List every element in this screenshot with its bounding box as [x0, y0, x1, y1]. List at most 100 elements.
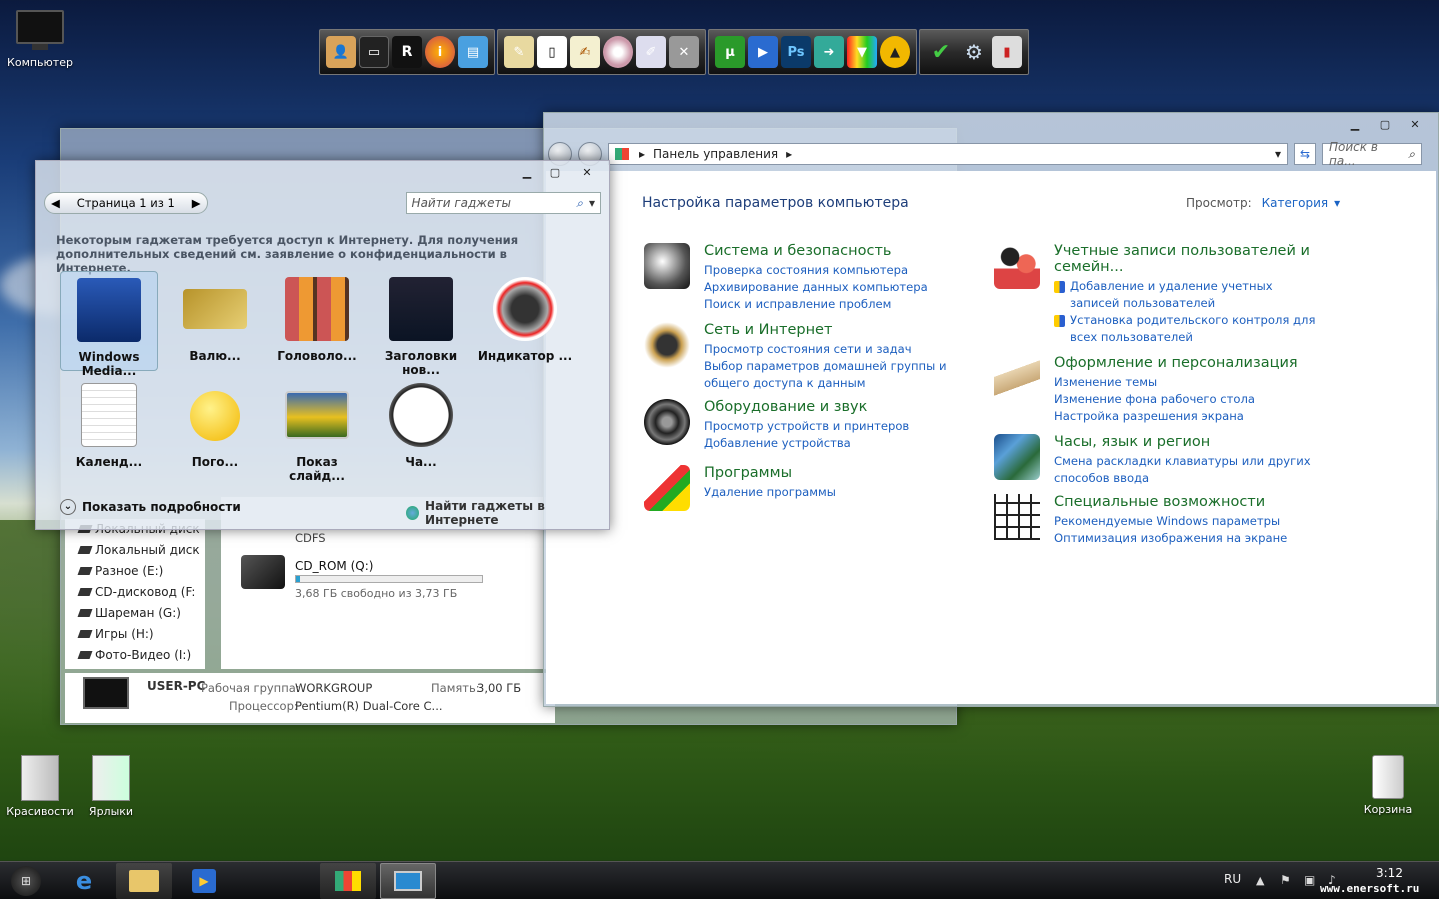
- gadget-item[interactable]: Головоло...: [268, 277, 366, 363]
- show-details-toggle[interactable]: ⌄ Показать подробности: [60, 499, 241, 515]
- disc-icon[interactable]: [603, 36, 633, 68]
- nav-drive[interactable]: Локальный диск: [65, 540, 205, 561]
- category-link[interactable]: Изменение фона рабочего стола: [1054, 391, 1298, 408]
- flag-icon[interactable]: ⚑: [1280, 873, 1291, 887]
- category-title[interactable]: Сеть и Интернет: [704, 322, 976, 338]
- category-link[interactable]: Настройка разрешения экрана: [1054, 408, 1298, 425]
- refresh-button[interactable]: ⇆: [1294, 143, 1316, 165]
- minimize-button[interactable]: ▁: [1344, 117, 1366, 133]
- gear-icon[interactable]: ⚙: [959, 36, 989, 68]
- search-input[interactable]: Поиск в па... ⌕: [1322, 140, 1422, 168]
- category-link[interactable]: Изменение темы: [1054, 374, 1298, 391]
- view-selector[interactable]: Просмотр: Категория ▾: [1186, 196, 1340, 210]
- close-button[interactable]: ✕: [576, 165, 598, 181]
- clock[interactable]: 3:12: [1376, 866, 1403, 880]
- control-panel-window[interactable]: ▁ ▢ ✕ ▸ Панель управления ▸ ▾ ⇆ Поиск в …: [543, 112, 1439, 707]
- category-link[interactable]: Проверка состояния компьютера: [704, 262, 928, 279]
- gem-icon[interactable]: ▼: [847, 36, 877, 68]
- document-icon[interactable]: ▯: [537, 36, 567, 68]
- chevron-down-icon[interactable]: ▾: [1275, 147, 1281, 161]
- notepad-icon[interactable]: ✍: [570, 36, 600, 68]
- find-gadgets-online-link[interactable]: Найти гаджеты в Интернете: [406, 499, 609, 527]
- chevron-down-icon[interactable]: ▾: [589, 196, 595, 210]
- taskbar-ie[interactable]: e: [56, 863, 112, 899]
- res-icon[interactable]: R: [392, 36, 422, 68]
- nav-drive[interactable]: Фото-Видео (I:): [65, 645, 205, 666]
- category-link[interactable]: Архивирование данных компьютера: [704, 279, 928, 296]
- category-link[interactable]: Поиск и исправление проблем: [704, 296, 928, 313]
- category-link[interactable]: Просмотр состояния сети и задач: [704, 341, 976, 358]
- view-value[interactable]: Категория: [1262, 196, 1329, 210]
- photoshop-icon[interactable]: Ps: [781, 36, 811, 68]
- desktop-icon-label: Красивости: [6, 805, 74, 818]
- category-link[interactable]: Установка родительского контроля для все…: [1054, 312, 1324, 346]
- media-player-icon[interactable]: ▶: [748, 36, 778, 68]
- trash-icon[interactable]: ▮: [992, 36, 1022, 68]
- gadget-item[interactable]: Календ...: [60, 383, 158, 469]
- nav-drive[interactable]: CD-дисковод (F:: [65, 582, 205, 603]
- category-title[interactable]: Специальные возможности: [1054, 494, 1287, 510]
- gadget-item[interactable]: Windows Media...: [60, 271, 158, 378]
- category-link[interactable]: Оптимизация изображения на экране: [1054, 530, 1287, 547]
- language-indicator[interactable]: RU: [1224, 872, 1241, 886]
- category-link[interactable]: Просмотр устройств и принтеров: [704, 418, 909, 435]
- gadget-item[interactable]: Заголовки нов...: [372, 277, 470, 377]
- chevron-left-icon[interactable]: ◀: [51, 196, 60, 210]
- pencil-icon[interactable]: ✎: [504, 36, 534, 68]
- start-button[interactable]: ⊞: [0, 863, 52, 899]
- chevron-down-icon[interactable]: ▾: [1334, 196, 1340, 210]
- download-icon[interactable]: ➜: [814, 36, 844, 68]
- gadget-item[interactable]: Валю...: [166, 277, 264, 363]
- utorrent-icon[interactable]: µ: [715, 36, 745, 68]
- gadget-item[interactable]: Ча...: [372, 383, 470, 469]
- tools-icon[interactable]: ✕: [669, 36, 699, 68]
- category-link[interactable]: Выбор параметров домашней группы и общег…: [704, 358, 976, 392]
- category-title[interactable]: Учетные записи пользователей и семейн...: [1054, 243, 1324, 275]
- category-link[interactable]: Удаление программы: [704, 484, 836, 501]
- chevron-right-icon[interactable]: ▶: [192, 196, 201, 210]
- network-icon[interactable]: ▤: [458, 36, 488, 68]
- category-link[interactable]: Рекомендуемые Windows параметры: [1054, 513, 1287, 530]
- desktop-icon-computer[interactable]: Компьютер: [0, 10, 80, 69]
- desktop-icon-yarlyki[interactable]: Ярлыки: [71, 755, 151, 818]
- info-icon[interactable]: i: [425, 36, 455, 68]
- gadget-item[interactable]: Пого...: [166, 383, 264, 469]
- category-title[interactable]: Программы: [704, 465, 836, 481]
- taskbar-computer[interactable]: [380, 862, 436, 899]
- taskbar-media-player[interactable]: ▶: [176, 863, 232, 899]
- category-link[interactable]: Добавление устройства: [704, 435, 909, 452]
- aimp-icon[interactable]: ▲: [880, 36, 910, 68]
- gadget-search-input[interactable]: Найти гаджеты ⌕ ▾: [405, 192, 601, 214]
- breadcrumb[interactable]: Панель управления: [653, 147, 778, 161]
- category-title[interactable]: Система и безопасность: [704, 243, 928, 259]
- gadget-item[interactable]: Показ слайд...: [268, 383, 366, 483]
- restore-button[interactable]: ▢: [544, 165, 566, 181]
- monitor-icon[interactable]: ▭: [359, 36, 389, 68]
- gadget-gallery-window[interactable]: ▁ ▢ ✕ ◀ Страница 1 из 1 ▶ Найти гаджеты …: [35, 160, 610, 530]
- category-link[interactable]: Добавление и удаление учетных записей по…: [1054, 278, 1324, 312]
- nav-drive[interactable]: Шареман (G:): [65, 603, 205, 624]
- title-bar[interactable]: ▁ ▢ ✕: [544, 113, 1438, 141]
- maximize-button[interactable]: ▢: [1374, 117, 1396, 133]
- taskbar-explorer[interactable]: [116, 862, 172, 899]
- address-bar[interactable]: ▸ Панель управления ▸ ▾: [608, 143, 1288, 165]
- draw-icon[interactable]: ✐: [636, 36, 666, 68]
- checkmark-icon[interactable]: ✔: [926, 36, 956, 68]
- contacts-icon[interactable]: 👤: [326, 36, 356, 68]
- show-hidden-icons-icon[interactable]: ▲: [1256, 874, 1264, 887]
- category-title[interactable]: Оформление и персонализация: [1054, 355, 1298, 371]
- category-title[interactable]: Часы, язык и регион: [1054, 434, 1314, 450]
- nav-drive[interactable]: Игры (H:): [65, 624, 205, 645]
- close-button[interactable]: ✕: [1404, 117, 1426, 133]
- desktop-icon-recycle-bin[interactable]: Корзина: [1348, 755, 1428, 816]
- taskbar-control-panel[interactable]: [320, 862, 376, 899]
- cd-drive-name[interactable]: CD_ROM (Q:): [295, 559, 373, 573]
- network-tray-icon[interactable]: ▣: [1304, 873, 1315, 887]
- memory-value: 3,00 ГБ: [477, 681, 522, 695]
- nav-drive[interactable]: Разное (E:): [65, 561, 205, 582]
- category-title[interactable]: Оборудование и звук: [704, 399, 909, 415]
- minimize-button[interactable]: ▁: [516, 165, 538, 181]
- gadget-item[interactable]: Индикатор ...: [476, 277, 574, 363]
- category-link[interactable]: Смена раскладки клавиатуры или других сп…: [1054, 453, 1314, 487]
- desktop-icon-krasivosti[interactable]: Красивости: [0, 755, 80, 818]
